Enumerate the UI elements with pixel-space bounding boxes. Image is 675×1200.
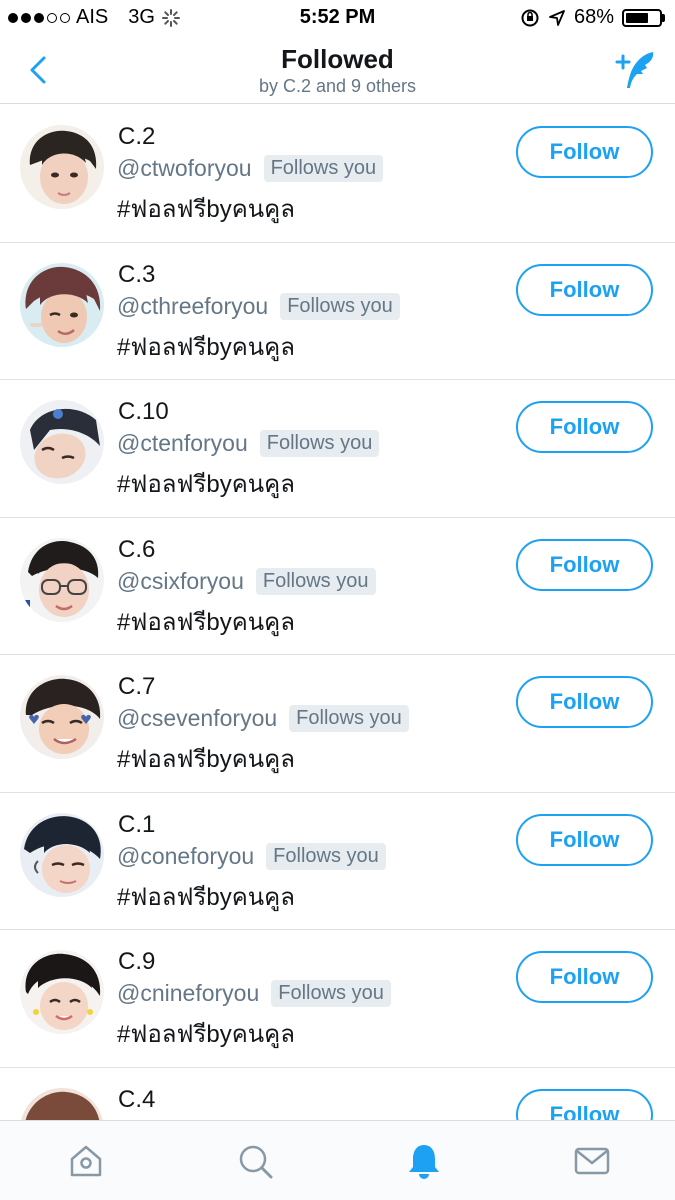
notifications-bell-icon[interactable] (404, 1141, 444, 1181)
user-row[interactable]: C.9 @cnineforyou Follows you #ฟอลฟรีbyคน… (0, 930, 675, 1068)
follows-you-badge: Follows you (289, 705, 409, 732)
user-row[interactable]: C.4 Follow (0, 1068, 675, 1120)
follow-button[interactable]: Follow (516, 538, 653, 591)
user-display-name[interactable]: C.6 (118, 536, 155, 564)
user-handle: @csevenforyou (117, 705, 278, 731)
avatar[interactable] (20, 675, 104, 759)
user-bio: #ฟอลฟรีbyคนคูล (117, 746, 295, 773)
user-bio: #ฟอลฟรีbyคนคูล (117, 883, 295, 911)
status-right: 68% (520, 6, 665, 29)
location-arrow-icon (549, 9, 565, 26)
battery-percent: 68% (573, 6, 614, 28)
network-label: 3G (128, 6, 155, 28)
follows-you-badge: Follows you (280, 292, 400, 320)
follow-button[interactable]: Follow (516, 951, 653, 1003)
user-display-name[interactable]: C.2 (118, 123, 155, 151)
user-handle: @csixforyou (117, 567, 244, 594)
handle-line: @ctwoforyou Follows you (117, 155, 384, 182)
messages-envelope-icon[interactable] (572, 1141, 612, 1181)
status-bar: AIS 3G 5:52 PM 68% (0, 0, 675, 36)
user-row[interactable]: C.6 @csixforyou Follows you #ฟอลฟรีbyคนค… (0, 518, 675, 655)
follow-button[interactable]: Follow (516, 126, 653, 178)
page-title: Followed (281, 44, 394, 74)
follow-button[interactable]: Follow (516, 1088, 653, 1120)
navigation-header: Followed by C.2 and 9 others (0, 36, 675, 104)
avatar[interactable] (20, 950, 104, 1034)
avatar[interactable] (20, 1087, 104, 1120)
follows-you-badge: Follows you (259, 430, 380, 457)
follow-button[interactable]: Follow (516, 401, 653, 453)
user-row[interactable]: C.2 @ctwoforyou Follows you #ฟอลฟรีbyคนค… (0, 105, 675, 243)
loading-spinner-icon (161, 8, 180, 27)
user-bio: #ฟอลฟรีbyคนคูล (117, 471, 295, 498)
user-handle: @cnineforyou (117, 980, 260, 1006)
user-row[interactable]: C.7 @csevenforyou Follows you #ฟอลฟรีbyค… (0, 655, 675, 793)
user-bio: #ฟอลฟรีbyคนคูล (117, 333, 295, 361)
follow-button[interactable]: Follow (516, 676, 653, 728)
user-bio: #ฟอลฟรีbyคนคูล (117, 196, 295, 223)
follows-you-badge: Follows you (263, 155, 384, 182)
handle-line: @cnineforyou Follows you (117, 980, 391, 1007)
avatar[interactable] (20, 262, 104, 347)
handle-line: @csevenforyou Follows you (117, 705, 409, 732)
status-left: AIS 3G (8, 6, 181, 29)
handle-line: @csixforyou Follows you (117, 567, 376, 595)
handle-line: @coneforyou Follows you (117, 842, 386, 870)
avatar[interactable] (20, 537, 104, 622)
avatar[interactable] (20, 400, 104, 484)
signal-strength-icon (8, 12, 70, 23)
rotation-lock-icon (521, 9, 539, 26)
user-display-name[interactable]: C.7 (118, 673, 155, 701)
follows-you-badge: Follows you (271, 980, 391, 1007)
avatar[interactable] (20, 125, 104, 209)
followers-list: C.2 @ctwoforyou Follows you #ฟอลฟรีbyคนค… (0, 105, 675, 1120)
avatar[interactable] (20, 812, 104, 897)
user-display-name[interactable]: C.10 (118, 398, 169, 426)
bottom-tab-bar (0, 1120, 675, 1200)
follow-button[interactable]: Follow (516, 813, 653, 866)
user-row[interactable]: C.3 @cthreeforyou Follows you #ฟอลฟรีbyค… (0, 243, 675, 380)
user-display-name[interactable]: C.3 (118, 261, 155, 289)
user-handle: @ctwoforyou (117, 155, 252, 181)
follows-you-badge: Follows you (255, 567, 376, 595)
user-handle: @ctenforyou (117, 430, 248, 456)
user-handle: @cthreeforyou (117, 292, 269, 319)
user-display-name[interactable]: C.4 (118, 1086, 155, 1114)
compose-tweet-icon[interactable] (613, 48, 659, 92)
user-row[interactable]: C.1 @coneforyou Follows you #ฟอลฟรีbyคนค… (0, 793, 675, 930)
user-bio: #ฟอลฟรีbyคนคูล (117, 1021, 295, 1048)
user-row[interactable]: C.10 @ctenforyou Follows you #ฟอลฟรีbyคน… (0, 380, 675, 518)
handle-line: @cthreeforyou Follows you (117, 292, 400, 320)
user-display-name[interactable]: C.1 (118, 811, 155, 839)
follow-button[interactable]: Follow (516, 263, 653, 316)
home-icon[interactable] (66, 1141, 106, 1181)
battery-icon (622, 8, 665, 27)
handle-line: @ctenforyou Follows you (117, 430, 380, 457)
user-handle: @coneforyou (117, 842, 255, 869)
user-bio: #ฟอลฟรีbyคนคูล (117, 608, 295, 636)
user-display-name[interactable]: C.9 (118, 948, 155, 976)
page-subtitle: by C.2 and 9 others (258, 76, 417, 96)
follows-you-badge: Follows you (266, 842, 386, 870)
carrier-label: AIS (76, 6, 109, 28)
search-icon[interactable] (235, 1141, 275, 1181)
